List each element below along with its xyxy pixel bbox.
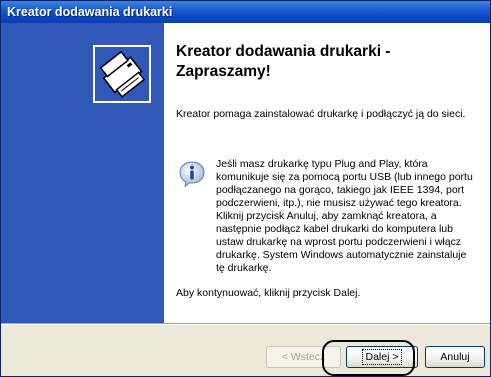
info-icon <box>179 161 205 187</box>
next-button-label: Dalej > <box>361 349 403 365</box>
plug-and-play-info-text: Jeśli masz drukarkę typu Plug and Play, … <box>216 158 473 274</box>
wizard-side-panel <box>1 23 164 323</box>
back-button[interactable]: < Wstecz <box>266 346 341 368</box>
page-title: Kreator dodawania drukarki - Zapraszamy! <box>176 43 391 80</box>
button-bar: < Wstecz Dalej > Anuluj <box>1 325 490 376</box>
add-printer-wizard-window: Kreator dodawania drukarki Kreator dodaw… <box>0 0 491 377</box>
next-button[interactable]: Dalej > <box>346 346 418 368</box>
wizard-content: Kreator dodawania drukarki - Zapraszamy!… <box>164 23 490 323</box>
continue-instruction: Aby kontynuować, kliknij przycisk Dalej. <box>176 287 361 299</box>
printer-icon <box>93 45 151 103</box>
intro-text: Kreator pomaga zainstalować drukarkę i p… <box>176 108 466 120</box>
title-bar: Kreator dodawania drukarki <box>1 1 490 23</box>
cancel-button[interactable]: Anuluj <box>425 346 485 368</box>
